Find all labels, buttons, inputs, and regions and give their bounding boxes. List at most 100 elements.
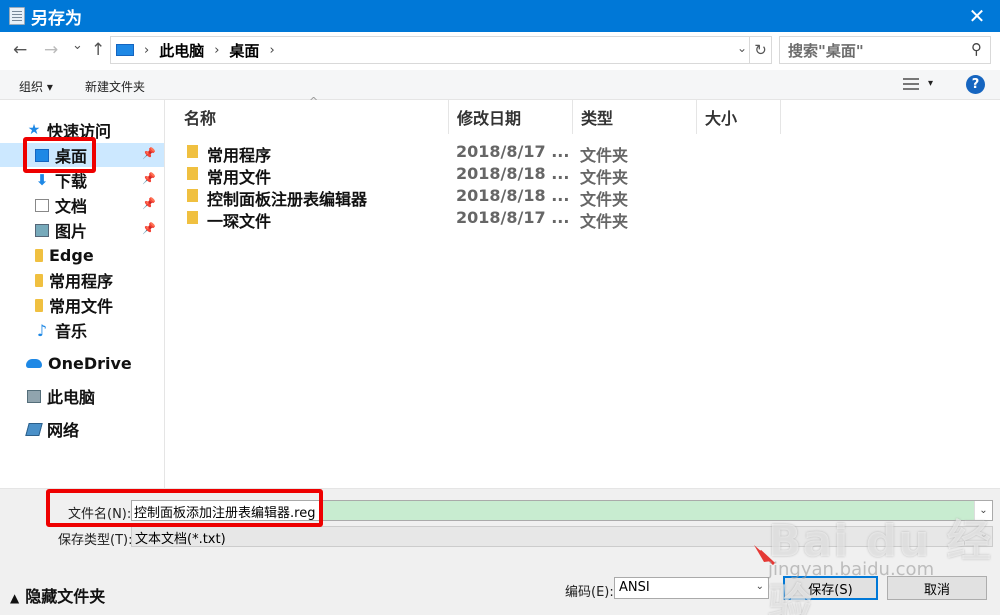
chevron-down-icon[interactable]: ⌄ bbox=[974, 501, 992, 520]
document-icon bbox=[35, 198, 49, 212]
folder-icon bbox=[187, 145, 198, 158]
file-type: 文件夹 bbox=[580, 212, 629, 231]
chevron-right-icon: › bbox=[144, 42, 150, 58]
filetype-select[interactable]: 文本文档(*.txt) ⌄ bbox=[131, 526, 993, 547]
folder-icon bbox=[35, 248, 43, 262]
file-name: 一琛文件 bbox=[207, 212, 272, 231]
sidebar-item-onedrive[interactable]: OneDrive bbox=[0, 351, 164, 375]
sidebar-item-pictures[interactable]: 图片 📌 bbox=[0, 218, 164, 242]
sidebar-item-this-pc[interactable]: 此电脑 bbox=[0, 384, 164, 408]
filetype-value: 文本文档(*.txt) bbox=[135, 532, 226, 547]
file-list: ^ 名称 修改日期 类型 大小 常用程序 2018/8/17 ... 文件夹 常… bbox=[166, 95, 1000, 488]
notepad-icon bbox=[9, 7, 25, 25]
chevron-down-icon: ⌄ bbox=[755, 581, 764, 592]
sidebar-item-label: 此电脑 bbox=[47, 388, 96, 407]
sidebar-item-network[interactable]: 网络 bbox=[0, 417, 164, 441]
computer-icon bbox=[116, 44, 134, 56]
star-icon: ★ bbox=[27, 121, 41, 138]
save-panel: 文件名(N): 控制面板添加注册表编辑器.reg ⌄ 保存类型(T): 文本文档… bbox=[0, 488, 1000, 615]
pin-icon: 📌 bbox=[142, 172, 156, 185]
search-input[interactable]: 搜索"桌面" ⚲ bbox=[779, 36, 991, 64]
encoding-value: ANSI bbox=[619, 580, 650, 595]
chevron-right-icon: › bbox=[214, 42, 220, 58]
hide-folders-label: 隐藏文件夹 bbox=[25, 587, 106, 606]
up-button[interactable]: ↑ bbox=[91, 40, 105, 60]
computer-icon bbox=[27, 389, 41, 403]
new-folder-button[interactable]: 新建文件夹 bbox=[85, 78, 145, 95]
sidebar-item-label: OneDrive bbox=[48, 353, 132, 373]
encoding-select[interactable]: ANSI ⌄ bbox=[614, 577, 769, 599]
folder-icon bbox=[187, 189, 198, 202]
sidebar-item-desktop[interactable]: 桌面 📌 bbox=[0, 143, 164, 167]
sidebar-item-quick-access[interactable]: ★ 快速访问 bbox=[0, 118, 164, 142]
hide-folders-toggle[interactable]: ▲ 隐藏文件夹 bbox=[10, 583, 105, 607]
address-bar[interactable]: › 此电脑 › 桌面 › ⌄ ↻ bbox=[110, 36, 772, 64]
sidebar-item-label: 快速访问 bbox=[47, 122, 112, 141]
breadcrumb-desktop[interactable]: 桌面 bbox=[229, 40, 259, 61]
filename-value: 控制面板添加注册表编辑器.reg bbox=[132, 501, 322, 520]
cancel-button[interactable]: 取消 bbox=[887, 576, 987, 600]
picture-icon bbox=[35, 223, 49, 237]
column-header-type[interactable]: 类型 bbox=[573, 100, 697, 134]
close-button[interactable]: ✕ bbox=[954, 0, 1000, 32]
table-row[interactable]: 常用程序 2018/8/17 ... 文件夹 bbox=[166, 141, 766, 165]
file-date: 2018/8/18 ... bbox=[456, 186, 570, 205]
table-row[interactable]: 常用文件 2018/8/18 ... 文件夹 bbox=[166, 163, 766, 187]
sidebar-item-label: 图片 bbox=[55, 222, 88, 241]
filename-input[interactable]: 控制面板添加注册表编辑器.reg ⌄ bbox=[131, 500, 993, 521]
view-options-icon[interactable] bbox=[903, 78, 919, 91]
column-header-date[interactable]: 修改日期 bbox=[449, 100, 573, 134]
table-row[interactable]: 一琛文件 2018/8/17 ... 文件夹 bbox=[166, 207, 766, 231]
refresh-button[interactable]: ↻ bbox=[749, 37, 771, 63]
network-icon bbox=[25, 422, 43, 436]
breadcrumb-this-pc[interactable]: 此电脑 bbox=[159, 40, 204, 61]
folder-icon bbox=[187, 167, 198, 180]
column-header-name[interactable]: 名称 bbox=[176, 100, 449, 134]
chevron-down-icon[interactable]: ⌄ bbox=[737, 41, 747, 55]
sidebar-item-label: 常用程序 bbox=[49, 272, 114, 291]
chevron-down-icon[interactable]: ▾ bbox=[928, 78, 933, 89]
recent-locations-button[interactable]: ⌄ bbox=[72, 38, 83, 53]
file-date: 2018/8/17 ... bbox=[456, 142, 570, 161]
file-date: 2018/8/18 ... bbox=[456, 164, 570, 183]
download-icon: ⬇ bbox=[35, 170, 49, 189]
chevron-up-icon: ▲ bbox=[10, 591, 20, 605]
sidebar-item-music[interactable]: ♪ 音乐 bbox=[0, 318, 164, 342]
search-placeholder: 搜索"桌面" bbox=[788, 41, 864, 60]
help-button[interactable]: ? bbox=[966, 75, 985, 94]
desktop-icon bbox=[35, 148, 49, 162]
folder-icon bbox=[35, 298, 43, 312]
window-title: 另存为 bbox=[31, 8, 82, 29]
music-icon: ♪ bbox=[36, 320, 48, 340]
sidebar-item-common-files[interactable]: 常用文件 bbox=[0, 293, 164, 317]
table-row[interactable]: 控制面板注册表编辑器 2018/8/18 ... 文件夹 bbox=[166, 185, 766, 209]
sidebar-item-label: 桌面 bbox=[55, 147, 88, 166]
folder-icon bbox=[187, 211, 198, 224]
title-bar: 另存为 ✕ bbox=[0, 0, 1000, 32]
sidebar-item-label: Edge bbox=[49, 245, 94, 265]
filename-label: 文件名(N): bbox=[68, 507, 132, 522]
sidebar-item-downloads[interactable]: ⬇ 下载 📌 bbox=[0, 168, 164, 192]
cloud-icon bbox=[26, 358, 42, 368]
address-row: ← → ⌄ ↑ › 此电脑 › 桌面 › ⌄ ↻ 搜索"桌面" ⚲ bbox=[0, 32, 1000, 70]
sidebar-item-common-programs[interactable]: 常用程序 bbox=[0, 268, 164, 292]
save-button[interactable]: 保存(S) bbox=[783, 576, 878, 600]
folder-icon bbox=[35, 273, 43, 287]
pin-icon: 📌 bbox=[142, 197, 156, 210]
sidebar-item-label: 常用文件 bbox=[49, 297, 114, 316]
sidebar-item-label: 音乐 bbox=[55, 322, 88, 341]
filetype-label: 保存类型(T): bbox=[58, 533, 133, 548]
annotation-arrow-icon bbox=[754, 545, 776, 565]
encoding-label: 编码(E): bbox=[565, 585, 614, 600]
sidebar-item-edge[interactable]: Edge bbox=[0, 243, 164, 267]
back-button[interactable]: ← bbox=[13, 40, 27, 60]
sidebar-item-documents[interactable]: 文档 📌 bbox=[0, 193, 164, 217]
file-date: 2018/8/17 ... bbox=[456, 208, 570, 227]
sidebar-item-label: 网络 bbox=[47, 421, 80, 440]
column-header-size[interactable]: 大小 bbox=[697, 100, 781, 134]
pin-icon: 📌 bbox=[142, 147, 156, 160]
forward-button[interactable]: → bbox=[44, 40, 58, 60]
organize-button[interactable]: 组织 ▾ bbox=[19, 78, 53, 95]
sidebar-item-label: 下载 bbox=[55, 172, 88, 191]
command-toolbar: 组织 ▾ 新建文件夹 ▾ ? bbox=[0, 70, 1000, 100]
